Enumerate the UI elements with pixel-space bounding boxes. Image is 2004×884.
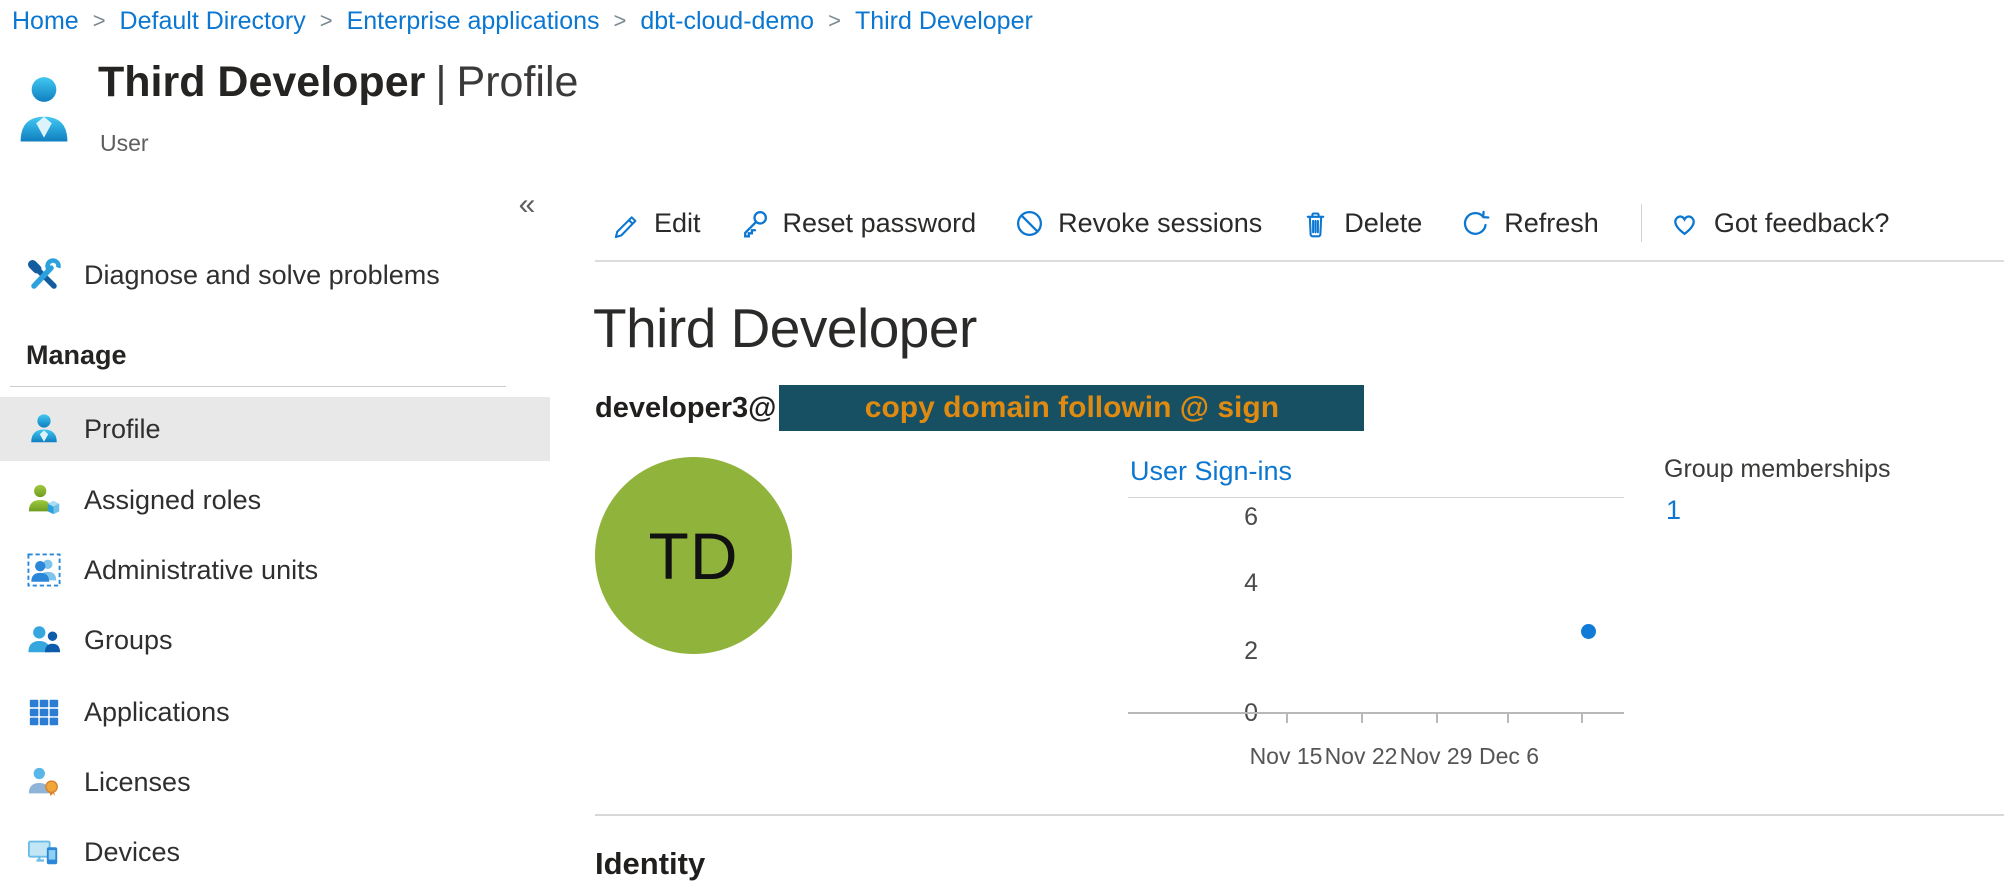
sidebar-item-devices[interactable]: Devices bbox=[0, 820, 550, 884]
email-prefix: developer3@ bbox=[595, 392, 776, 425]
sidebar-item-applications[interactable]: Applications bbox=[0, 680, 550, 744]
group-memberships-count-link[interactable]: 1 bbox=[1666, 495, 1681, 526]
sidebar-item-label: Profile bbox=[84, 414, 161, 445]
sidebar-item-label: Assigned roles bbox=[84, 485, 261, 516]
email-domain-redaction: copy domain followin @ sign bbox=[779, 385, 1364, 431]
tools-icon bbox=[26, 257, 62, 293]
sidebar-divider bbox=[10, 386, 506, 387]
breadcrumb-link-dbt-cloud-demo[interactable]: dbt-cloud-demo bbox=[640, 7, 814, 36]
x-axis-tick-mark bbox=[1436, 714, 1438, 723]
sidebar-item-label: Administrative units bbox=[84, 555, 318, 586]
toolbar-divider bbox=[595, 260, 2004, 262]
applications-icon bbox=[26, 694, 62, 730]
toolbar-label: Got feedback? bbox=[1714, 208, 1890, 239]
admin-units-icon bbox=[26, 552, 62, 588]
x-axis-tick-mark bbox=[1361, 714, 1363, 723]
identity-section-heading: Identity bbox=[595, 846, 705, 882]
refresh-icon bbox=[1460, 208, 1491, 239]
assigned-roles-icon bbox=[26, 482, 62, 518]
page-title-section: Profile bbox=[457, 58, 579, 106]
x-axis-tick-mark bbox=[1581, 714, 1583, 723]
chart-title-link[interactable]: User Sign-ins bbox=[1130, 456, 1292, 487]
got-feedback-button[interactable]: Got feedback? bbox=[1668, 208, 1890, 239]
groups-icon bbox=[26, 622, 62, 658]
breadcrumb-link-default-directory[interactable]: Default Directory bbox=[120, 7, 306, 36]
section-divider bbox=[595, 814, 2004, 816]
command-bar: Edit Reset password Revoke sessions bbox=[610, 195, 1927, 251]
redaction-note: copy domain followin @ sign bbox=[865, 391, 1279, 425]
breadcrumb-link-third-developer[interactable]: Third Developer bbox=[855, 7, 1033, 36]
page-subtitle: User bbox=[100, 130, 149, 157]
breadcrumb-link-enterprise-applications[interactable]: Enterprise applications bbox=[347, 7, 600, 36]
trash-icon bbox=[1300, 208, 1331, 239]
x-axis-tick-mark bbox=[1286, 714, 1288, 723]
x-axis-tick-label: Dec 6 bbox=[1479, 743, 1539, 770]
block-icon bbox=[1014, 208, 1045, 239]
y-axis-tick: 2 bbox=[1128, 637, 1258, 666]
x-axis-tick-label: Nov 29 bbox=[1400, 743, 1473, 770]
sidebar-section-manage: Manage bbox=[26, 340, 127, 371]
sidebar-item-diagnose[interactable]: Diagnose and solve problems bbox=[0, 243, 550, 307]
y-axis-tick: 4 bbox=[1128, 569, 1258, 598]
user-icon bbox=[26, 411, 62, 447]
page-title: Third Developer|Profile bbox=[98, 58, 578, 107]
pencil-icon bbox=[610, 208, 641, 239]
sidebar-item-label: Applications bbox=[84, 697, 230, 728]
revoke-sessions-button[interactable]: Revoke sessions bbox=[1014, 208, 1262, 239]
y-axis-tick: 6 bbox=[1128, 503, 1258, 532]
sidebar-item-licenses[interactable]: Licenses bbox=[0, 750, 550, 814]
edit-button[interactable]: Edit bbox=[610, 208, 701, 239]
sidebar-item-label: Devices bbox=[84, 837, 180, 868]
x-axis-tick-label: Nov 15 bbox=[1250, 743, 1323, 770]
delete-button[interactable]: Delete bbox=[1300, 208, 1422, 239]
avatar-initials: TD bbox=[649, 518, 739, 594]
x-axis-line bbox=[1128, 712, 1624, 714]
page-title-separator: | bbox=[425, 58, 456, 106]
avatar: TD bbox=[595, 457, 792, 654]
toolbar-label: Delete bbox=[1344, 208, 1422, 239]
sidebar-item-groups[interactable]: Groups bbox=[0, 608, 550, 672]
licenses-icon bbox=[26, 764, 62, 800]
breadcrumb-separator: > bbox=[828, 8, 841, 34]
user-sign-ins-chart: User Sign-ins 6 4 2 0 Nov 15 Nov 22 Nov … bbox=[1128, 450, 1624, 785]
breadcrumb-link-home[interactable]: Home bbox=[12, 7, 79, 36]
heart-icon bbox=[1668, 208, 1701, 239]
sidebar-item-administrative-units[interactable]: Administrative units bbox=[0, 538, 550, 602]
sidebar-item-profile[interactable]: Profile bbox=[0, 397, 550, 461]
chart-title-divider bbox=[1128, 497, 1624, 498]
sidebar-item-label: Groups bbox=[84, 625, 173, 656]
breadcrumb-separator: > bbox=[93, 8, 106, 34]
sidebar-item-label: Diagnose and solve problems bbox=[84, 260, 440, 291]
collapse-sidebar-icon[interactable]: « bbox=[505, 188, 549, 222]
user-display-name: Third Developer bbox=[593, 296, 977, 360]
sidebar-item-assigned-roles[interactable]: Assigned roles bbox=[0, 468, 550, 532]
user-icon bbox=[18, 74, 70, 144]
user-profile-page: Home > Default Directory > Enterprise ap… bbox=[0, 0, 2004, 884]
toolbar-separator bbox=[1641, 204, 1642, 242]
group-memberships-label: Group memberships bbox=[1664, 455, 1890, 484]
x-axis-tick-label: Nov 22 bbox=[1325, 743, 1398, 770]
devices-icon bbox=[26, 834, 62, 870]
toolbar-label: Refresh bbox=[1504, 208, 1599, 239]
user-principal-name: developer3@ copy domain followin @ sign bbox=[595, 385, 1364, 431]
toolbar-label: Revoke sessions bbox=[1058, 208, 1262, 239]
toolbar-label: Edit bbox=[654, 208, 701, 239]
breadcrumb-separator: > bbox=[614, 8, 627, 34]
refresh-button[interactable]: Refresh bbox=[1460, 208, 1599, 239]
key-icon bbox=[739, 208, 770, 239]
toolbar-label: Reset password bbox=[783, 208, 977, 239]
breadcrumb: Home > Default Directory > Enterprise ap… bbox=[12, 4, 1033, 38]
reset-password-button[interactable]: Reset password bbox=[739, 208, 977, 239]
breadcrumb-separator: > bbox=[320, 8, 333, 34]
x-axis-tick-mark bbox=[1507, 714, 1509, 723]
sidebar-item-label: Licenses bbox=[84, 767, 191, 798]
sign-in-data-point bbox=[1581, 624, 1596, 639]
page-title-name: Third Developer bbox=[98, 58, 425, 106]
